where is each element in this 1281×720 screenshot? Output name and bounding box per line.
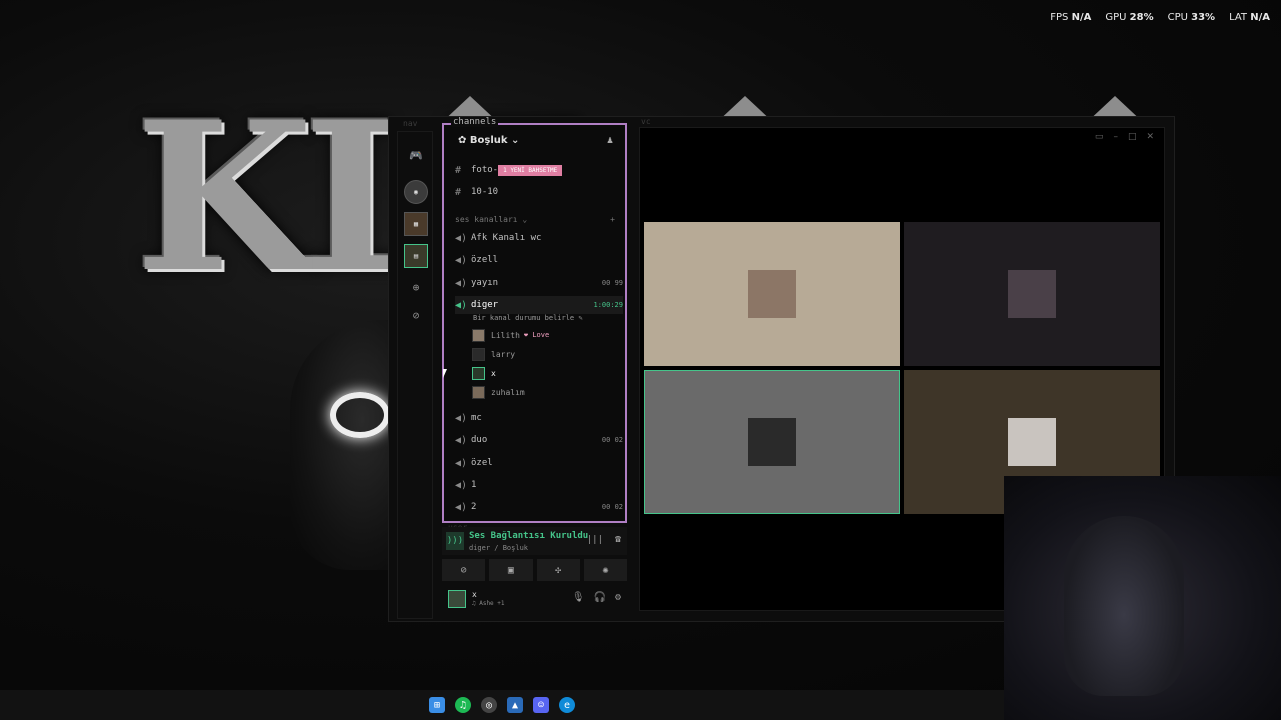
soundboard-icon[interactable]: ✺	[583, 559, 627, 581]
activities-icon[interactable]: ✣	[536, 559, 580, 581]
voice-channel[interactable]: ◀) 1	[455, 476, 623, 494]
spotify-icon[interactable]: ♫	[455, 697, 471, 713]
server-icon-active[interactable]: ▤	[404, 244, 428, 268]
webcam-overlay	[1004, 476, 1281, 720]
video-tile[interactable]	[904, 222, 1160, 366]
avatar	[472, 385, 485, 399]
add-server-icon[interactable]: ⊕	[403, 274, 429, 300]
vc-label: vc	[641, 117, 651, 126]
voice-channel[interactable]: ◀) Afk Kanalı wc	[455, 229, 623, 247]
voice-member[interactable]: larry	[472, 346, 515, 362]
voice-member[interactable]: zuhalım	[472, 384, 525, 400]
user-name: x	[472, 590, 477, 599]
channel-status[interactable]: Bir kanal durumu belirle ✎	[473, 314, 583, 322]
screen-share-icon[interactable]: ▣	[489, 559, 533, 581]
speaker-icon: ◀)	[455, 232, 468, 244]
voice-connection-panel: ))) Ses Bağlantısı Kuruldu diger / Boşlu…	[442, 527, 627, 555]
close-icon[interactable]: ✕	[1146, 132, 1154, 142]
settings-gear-icon[interactable]: ⚙	[615, 592, 621, 603]
channel-list: channels ✿ Boşluk ⌄ ♟ # foto- 1 YENİ BAH…	[442, 117, 627, 523]
participant-avatar	[748, 270, 796, 318]
nav-label: nav	[403, 119, 418, 128]
signal-icon[interactable]: )))	[446, 532, 464, 550]
discover-icon[interactable]: ⊘	[403, 302, 429, 328]
speaker-icon: ◀)	[455, 501, 468, 513]
voice-channel[interactable]: ◀) 2 00 02	[455, 498, 623, 516]
camera-off-icon[interactable]: ⊘	[442, 559, 486, 581]
windows-start-icon[interactable]: ⊞	[429, 697, 445, 713]
speaker-icon: ◀)	[455, 299, 468, 311]
edge-icon[interactable]: e	[559, 697, 575, 713]
voice-member[interactable]: x	[472, 365, 496, 381]
speaker-icon: ◀)	[455, 277, 468, 289]
app-icon[interactable]: ▲	[507, 697, 523, 713]
microphone-icon[interactable]: 🎙	[572, 592, 585, 603]
text-channel-foto[interactable]: # foto- 1 YENİ BAHSETME	[455, 161, 623, 179]
mouse-cursor	[443, 369, 447, 378]
video-tile-speaking[interactable]	[644, 370, 900, 514]
server-badge-icon: ✿	[458, 135, 470, 146]
mention-badge: 1 YENİ BAHSETME	[498, 164, 563, 176]
video-tile[interactable]	[644, 222, 900, 366]
voice-action-buttons: ⊘ ▣ ✣ ✺	[442, 559, 627, 581]
window-controls: ▭ – □ ✕	[1095, 132, 1154, 142]
server-rail: 🎮 ◉ ▦ ▤ ⊕ ⊘	[397, 131, 433, 619]
discord-home-icon[interactable]: 🎮	[403, 142, 429, 168]
voice-channel[interactable]: ◀) mc	[455, 409, 623, 427]
user-panel: user ))) Ses Bağlantısı Kuruldu diger / …	[442, 523, 627, 619]
participant-avatar	[748, 418, 796, 466]
participant-avatar	[1008, 418, 1056, 466]
webcam-person	[1064, 516, 1184, 696]
voice-member[interactable]: Lilith ❤ Love	[472, 327, 549, 343]
speaker-icon: ◀)	[455, 457, 468, 469]
speaker-icon: ◀)	[455, 412, 468, 424]
add-channel-icon[interactable]: +	[610, 215, 615, 224]
headphones-icon[interactable]: 🎧	[594, 592, 606, 603]
taskbar: ⊞ ♫ ◎ ▲ ☺ e	[0, 690, 1004, 720]
minimize-icon[interactable]: –	[1113, 132, 1118, 142]
voice-channel-active[interactable]: ◀) diger 1:00:29	[455, 296, 623, 314]
discord-icon[interactable]: ☺	[533, 697, 549, 713]
speaker-icon: ◀)	[455, 254, 468, 266]
avatar	[472, 328, 485, 342]
hash-icon: #	[455, 186, 462, 198]
channels-label: channels	[451, 117, 499, 127]
voice-connection-title: Ses Bağlantısı Kuruldu	[469, 531, 589, 541]
voice-section-header[interactable]: ses kanalları ⌄ +	[455, 215, 615, 224]
server-icon[interactable]: ◉	[404, 180, 428, 204]
user-activity: ♫ Ashe +1	[472, 600, 505, 607]
popout-icon[interactable]: ▭	[1095, 132, 1104, 142]
maximize-icon[interactable]: □	[1128, 132, 1137, 142]
avatar	[472, 366, 485, 380]
server-folder-icon[interactable]: ▦	[404, 212, 428, 236]
avatar	[472, 347, 485, 361]
participant-avatar	[1008, 270, 1056, 318]
wallpaper-helmet-light	[330, 392, 390, 438]
voice-channel[interactable]: ◀) duo 00 02	[455, 431, 623, 449]
browser-icon[interactable]: ◎	[481, 697, 497, 713]
noise-suppression-icon[interactable]: |||	[587, 535, 603, 545]
voice-channel[interactable]: ◀) yayın 00 99	[455, 274, 623, 292]
voice-channel[interactable]: ◀) özell	[455, 251, 623, 269]
disconnect-icon[interactable]: ☎	[615, 534, 621, 545]
speaker-icon: ◀)	[455, 479, 468, 491]
voice-channel[interactable]: ◀) özel	[455, 454, 623, 472]
voice-connection-channel[interactable]: diger / Boşluk	[469, 544, 528, 552]
speaker-icon: ◀)	[455, 434, 468, 446]
user-avatar[interactable]	[448, 590, 466, 608]
performance-overlay: FPS N/A GPU 28% CPU 33% LAT N/A	[1050, 12, 1270, 23]
add-member-icon[interactable]: ♟	[607, 135, 613, 146]
server-name[interactable]: ✿ Boşluk ⌄	[458, 135, 519, 146]
current-user-bar: x ♫ Ashe +1 🎙 🎧 ⚙	[442, 587, 627, 613]
text-channel-10-10[interactable]: # 10-10	[455, 183, 623, 201]
hash-icon: #	[455, 164, 462, 176]
